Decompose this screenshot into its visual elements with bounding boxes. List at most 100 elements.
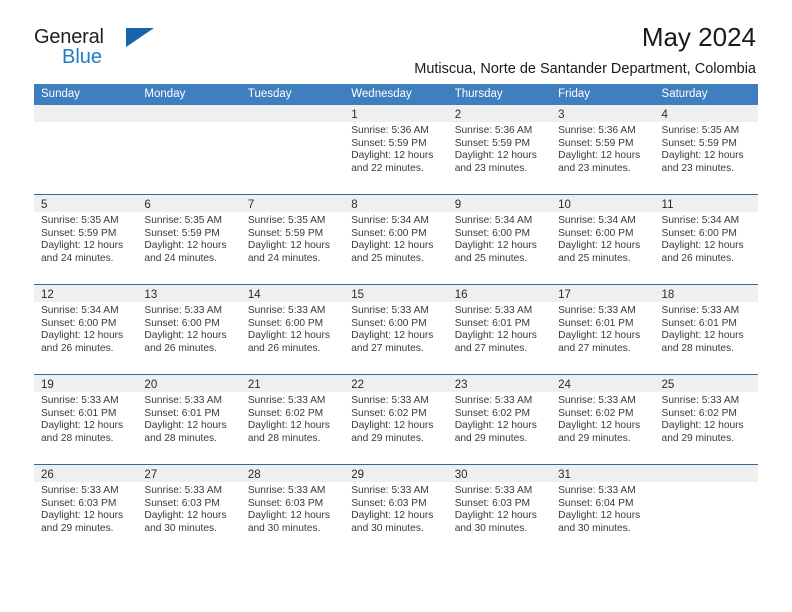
day-number-band: 7 xyxy=(240,195,345,212)
daylight-text-line2: and 23 minutes. xyxy=(558,162,631,174)
sunrise-text: Sunrise: 5:33 AM xyxy=(144,305,223,316)
day-sun-info: Sunrise: 5:33 AM Sunset: 6:03 PM Daylight:… xyxy=(241,482,344,535)
day-number: 3 xyxy=(558,109,565,121)
sunrise-text: Sunrise: 5:35 AM xyxy=(41,215,119,226)
daylight-text-line1: Daylight: 12 hours xyxy=(661,330,744,342)
day-sun-info: Sunrise: 5:33 AM Sunset: 6:01 PM Daylight:… xyxy=(551,302,654,355)
page-header: General Blue May 2024 Mutiscua, Norte de… xyxy=(34,0,758,77)
calendar-day-cell[interactable]: 7 Sunrise: 5:35 AM Sunset: 5:59 PM Daylight… xyxy=(240,195,345,284)
sunset-text: Sunset: 5:59 PM xyxy=(351,137,427,149)
daylight-text-line1: Daylight: 12 hours xyxy=(558,420,641,432)
sunrise-text: Sunrise: 5:34 AM xyxy=(454,215,533,226)
calendar-day-cell[interactable]: 12 Sunrise: 5:34 AM Sunset: 6:00 PM Dayligh… xyxy=(34,285,138,374)
day-number-band: 9 xyxy=(447,195,552,212)
calendar-day-cell[interactable]: 31 Sunrise: 5:33 AM Sunset: 6:04 PM Dayligh… xyxy=(551,465,655,554)
calendar-day-cell[interactable]: 16 Sunrise: 5:33 AM Sunset: 6:01 PM Dayligh… xyxy=(447,285,552,374)
calendar-day-cell[interactable]: 29 Sunrise: 5:33 AM Sunset: 6:03 PM Dayligh… xyxy=(344,465,448,554)
daylight-text-line2: and 28 minutes. xyxy=(144,432,217,444)
sunrise-text: Sunrise: 5:33 AM xyxy=(661,395,740,406)
sunrise-text: Sunrise: 5:33 AM xyxy=(247,485,326,496)
calendar-day-cell[interactable]: 21 Sunrise: 5:33 AM Sunset: 6:02 PM Dayligh… xyxy=(240,375,345,464)
daylight-text-line1: Daylight: 12 hours xyxy=(247,330,330,342)
day-number-band: 6 xyxy=(137,195,241,212)
calendar-day-cell[interactable]: 13 Sunrise: 5:33 AM Sunset: 6:00 PM Dayligh… xyxy=(137,285,241,374)
calendar-day-cell[interactable]: 26 Sunrise: 5:33 AM Sunset: 6:03 PM Dayligh… xyxy=(34,465,138,554)
day-number-band: 8 xyxy=(344,195,448,212)
calendar-day-cell[interactable]: 15 Sunrise: 5:33 AM Sunset: 6:00 PM Dayligh… xyxy=(344,285,448,374)
calendar-week-row: 5 Sunrise: 5:35 AM Sunset: 5:59 PM Daylight… xyxy=(34,194,758,284)
calendar-day-cell[interactable]: 25 Sunrise: 5:33 AM Sunset: 6:02 PM Dayligh… xyxy=(654,375,758,464)
sunset-text: Sunset: 6:04 PM xyxy=(558,497,634,509)
sunrise-text: Sunrise: 5:34 AM xyxy=(661,215,740,226)
calendar-day-cell[interactable]: 23 Sunrise: 5:33 AM Sunset: 6:02 PM Dayligh… xyxy=(447,375,552,464)
calendar-day-cell[interactable]: 14 Sunrise: 5:33 AM Sunset: 6:00 PM Dayligh… xyxy=(240,285,345,374)
daylight-text-line2: and 29 minutes. xyxy=(661,432,735,444)
sunset-text: Sunset: 6:03 PM xyxy=(41,497,117,509)
day-sun-info: Sunrise: 5:33 AM Sunset: 6:00 PM Daylight:… xyxy=(241,302,344,355)
calendar-day-cell[interactable]: 2 Sunrise: 5:36 AM Sunset: 5:59 PM Daylight… xyxy=(447,105,552,194)
day-sun-info: Sunrise: 5:33 AM Sunset: 6:01 PM Daylight:… xyxy=(448,302,551,355)
daylight-text-line1: Daylight: 12 hours xyxy=(454,420,537,432)
daylight-text-line2: and 29 minutes. xyxy=(41,522,114,534)
day-sun-info: Sunrise: 5:33 AM Sunset: 6:00 PM Daylight:… xyxy=(344,302,447,355)
day-number-band xyxy=(240,105,345,122)
day-number-band: 11 xyxy=(654,195,758,212)
calendar-day-cell[interactable]: 22 Sunrise: 5:33 AM Sunset: 6:02 PM Dayligh… xyxy=(344,375,448,464)
calendar-day-cell[interactable]: 19 Sunrise: 5:33 AM Sunset: 6:01 PM Dayligh… xyxy=(34,375,138,464)
sunrise-text: Sunrise: 5:33 AM xyxy=(351,395,429,406)
day-number-band: 29 xyxy=(344,465,448,482)
sunset-text: Sunset: 6:00 PM xyxy=(454,227,531,239)
calendar-day-cell[interactable]: 6 Sunrise: 5:35 AM Sunset: 5:59 PM Daylight… xyxy=(137,195,241,284)
sunset-text: Sunset: 5:59 PM xyxy=(454,137,531,149)
sunset-text: Sunset: 5:59 PM xyxy=(41,227,117,239)
weekday-header-tuesday: Tuesday xyxy=(247,88,292,100)
day-number-band: 14 xyxy=(240,285,345,302)
calendar-day-cell[interactable]: 17 Sunrise: 5:33 AM Sunset: 6:01 PM Dayligh… xyxy=(551,285,655,374)
daylight-text-line1: Daylight: 12 hours xyxy=(454,150,537,162)
daylight-text-line1: Daylight: 12 hours xyxy=(247,510,330,522)
day-number-band: 4 xyxy=(654,105,758,122)
calendar-day-cell[interactable]: 28 Sunrise: 5:33 AM Sunset: 6:03 PM Dayligh… xyxy=(240,465,345,554)
calendar-day-cell[interactable]: 10 Sunrise: 5:34 AM Sunset: 6:00 PM Dayligh… xyxy=(551,195,655,284)
calendar-day-cell[interactable]: 20 Sunrise: 5:33 AM Sunset: 6:01 PM Dayligh… xyxy=(137,375,241,464)
sunset-text: Sunset: 6:03 PM xyxy=(351,497,427,509)
calendar-day-cell[interactable]: 3 Sunrise: 5:36 AM Sunset: 5:59 PM Daylight… xyxy=(551,105,655,194)
calendar-day-cell[interactable]: 18 Sunrise: 5:33 AM Sunset: 6:01 PM Dayligh… xyxy=(654,285,758,374)
daylight-text-line2: and 26 minutes. xyxy=(661,252,735,264)
day-sun-info: Sunrise: 5:33 AM Sunset: 6:01 PM Daylight:… xyxy=(137,392,240,445)
weekday-header-wednesday: Wednesday xyxy=(351,88,412,100)
calendar-day-cell[interactable]: 8 Sunrise: 5:34 AM Sunset: 6:00 PM Daylight… xyxy=(344,195,448,284)
calendar-week-row: 26 Sunrise: 5:33 AM Sunset: 6:03 PM Dayligh… xyxy=(34,464,758,554)
sunset-text: Sunset: 6:01 PM xyxy=(558,317,634,329)
sunrise-text: Sunrise: 5:33 AM xyxy=(454,485,533,496)
day-number: 10 xyxy=(558,199,571,211)
calendar-day-cell-empty xyxy=(240,105,345,194)
daylight-text-line1: Daylight: 12 hours xyxy=(41,330,124,342)
sunrise-text: Sunrise: 5:33 AM xyxy=(41,395,119,406)
calendar-day-cell[interactable]: 11 Sunrise: 5:34 AM Sunset: 6:00 PM Dayligh… xyxy=(654,195,758,284)
calendar-day-cell[interactable]: 1 Sunrise: 5:36 AM Sunset: 5:59 PM Daylight… xyxy=(344,105,448,194)
calendar-day-cell[interactable]: 30 Sunrise: 5:33 AM Sunset: 6:03 PM Dayligh… xyxy=(447,465,552,554)
day-sun-info: Sunrise: 5:33 AM Sunset: 6:03 PM Daylight:… xyxy=(137,482,240,535)
day-number-band xyxy=(654,465,758,482)
day-number: 7 xyxy=(247,199,255,211)
day-number: 15 xyxy=(351,289,365,301)
day-sun-info: Sunrise: 5:33 AM Sunset: 6:02 PM Daylight:… xyxy=(551,392,654,445)
calendar-day-cell[interactable]: 5 Sunrise: 5:35 AM Sunset: 5:59 PM Daylight… xyxy=(34,195,138,284)
daylight-text-line2: and 30 minutes. xyxy=(454,522,528,534)
calendar-day-cell[interactable]: 27 Sunrise: 5:33 AM Sunset: 6:03 PM Dayligh… xyxy=(137,465,241,554)
sunset-text: Sunset: 6:00 PM xyxy=(558,227,634,239)
generalblue-logo: General Blue xyxy=(34,26,204,76)
day-number-band: 30 xyxy=(447,465,552,482)
sunrise-text: Sunrise: 5:33 AM xyxy=(454,395,533,406)
calendar-day-cell[interactable]: 4 Sunrise: 5:35 AM Sunset: 5:59 PM Daylight… xyxy=(654,105,758,194)
calendar-week-row: 1 Sunrise: 5:36 AM Sunset: 5:59 PM Daylight… xyxy=(34,105,758,194)
calendar-day-cell[interactable]: 24 Sunrise: 5:33 AM Sunset: 6:02 PM Dayligh… xyxy=(551,375,655,464)
daylight-text-line2: and 25 minutes. xyxy=(351,252,424,264)
day-number: 24 xyxy=(558,379,571,391)
daylight-text-line2: and 30 minutes. xyxy=(247,522,321,534)
sunrise-text: Sunrise: 5:33 AM xyxy=(661,305,740,316)
day-number: 16 xyxy=(454,289,468,301)
daylight-text-line1: Daylight: 12 hours xyxy=(454,510,537,522)
calendar-day-cell[interactable]: 9 Sunrise: 5:34 AM Sunset: 6:00 PM Daylight… xyxy=(447,195,552,284)
